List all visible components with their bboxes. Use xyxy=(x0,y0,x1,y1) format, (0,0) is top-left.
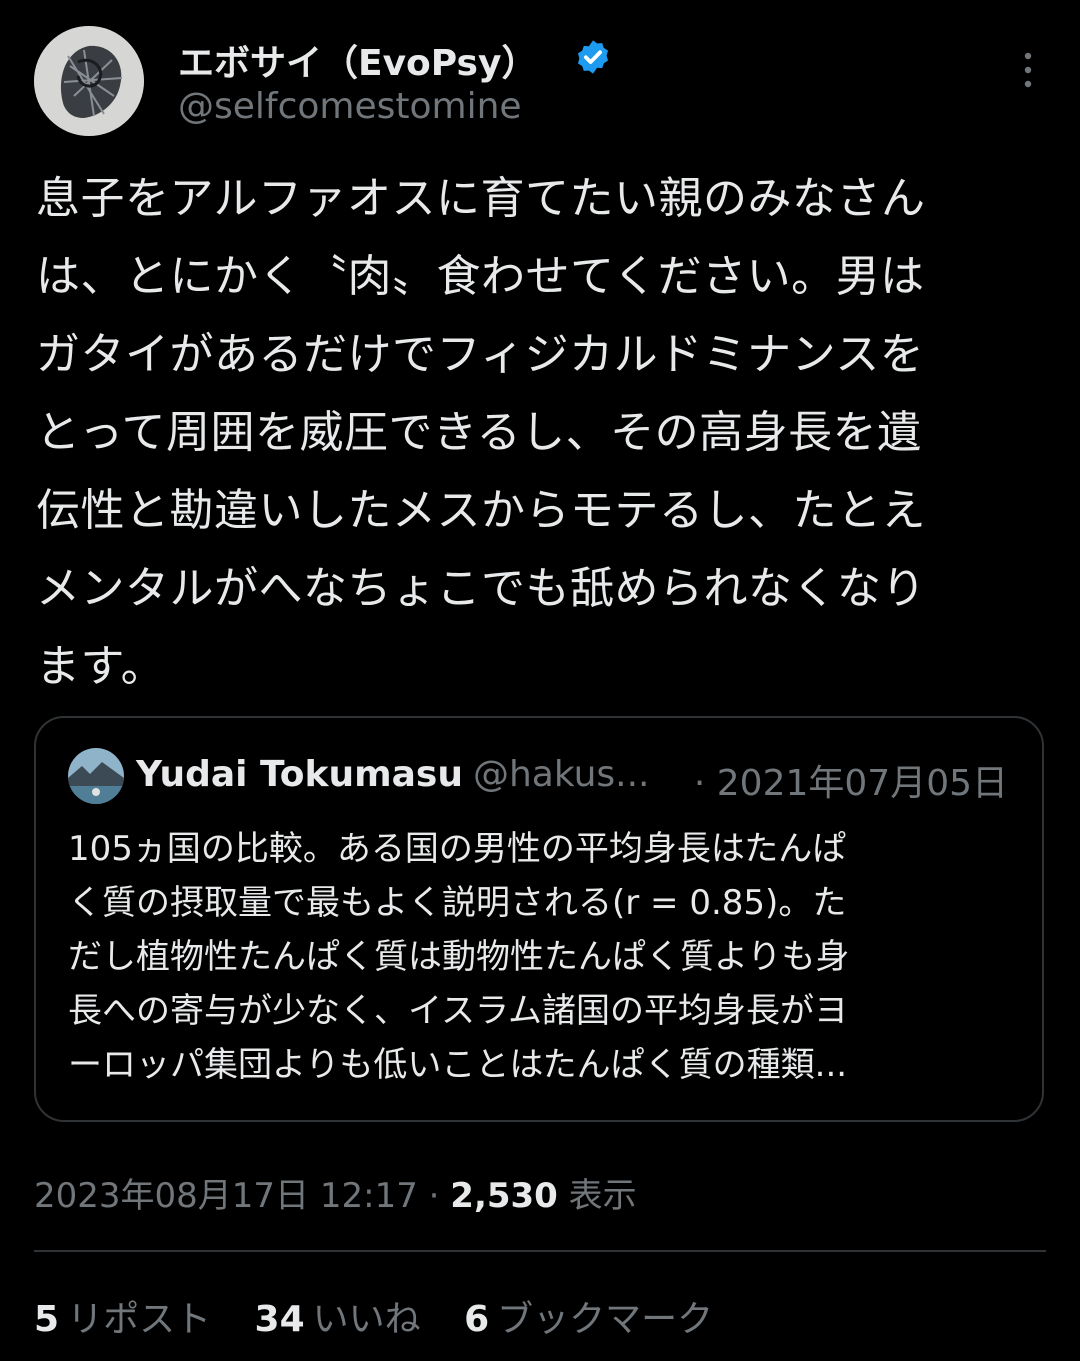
author-handle[interactable]: @selfcomestomine xyxy=(178,86,522,127)
verified-badge-icon xyxy=(577,40,609,74)
likes-stat[interactable]: 34 いいね xyxy=(255,1290,421,1342)
tweet-body-text: 息子をアルファオスに育てたい親のみなさん は、とにかく〝肉〟食わせてください。男… xyxy=(36,173,926,692)
likes-label: いいね xyxy=(312,1299,421,1340)
reposts-label: リポスト xyxy=(67,1299,212,1340)
quoted-author-name[interactable]: Yudai Tokumasu xyxy=(136,754,463,795)
tweet-timestamp[interactable]: 2023年08月17日 12:17 · xyxy=(34,1176,439,1216)
bookmarks-count: 6 xyxy=(464,1299,490,1340)
tweet-meta: 2023年08月17日 12:17 · 2,530 表示 xyxy=(34,1168,637,1217)
author-avatar[interactable] xyxy=(34,26,144,136)
quoted-tweet-date: · 2021年07月05日 xyxy=(693,763,1008,804)
engagement-stats: 5 リポスト 34 いいね 6 ブックマーク xyxy=(34,1290,745,1342)
author-display-name[interactable]: エボサイ（EvoPsy） xyxy=(178,34,537,86)
quoted-tweet-text: 105ヵ国の比較。ある国の男性の平均身長はたんぱ く質の摂取量で最もよく説明され… xyxy=(68,829,850,1085)
quoted-tweet-header: Yudai Tokumasu @hakus... · 2021年07月05日 xyxy=(136,754,1008,804)
quoted-tweet-card[interactable]: Yudai Tokumasu @hakus... · 2021年07月05日 10… xyxy=(34,716,1044,1122)
quoted-author-handle[interactable]: @hakus... xyxy=(473,754,650,795)
tweet-header: エボサイ（EvoPsy） @selfcomestomine xyxy=(34,26,1046,138)
bookmarks-stat[interactable]: 6 ブックマーク xyxy=(464,1290,713,1342)
reposts-stat[interactable]: 5 リポスト xyxy=(34,1290,211,1342)
reposts-count: 5 xyxy=(34,1299,60,1340)
divider xyxy=(34,1250,1046,1252)
likes-count: 34 xyxy=(254,1299,305,1340)
bookmarks-label: ブックマーク xyxy=(497,1299,714,1340)
quoted-author-avatar[interactable] xyxy=(68,748,124,804)
views-label: 表示 xyxy=(568,1176,637,1216)
views-count: 2,530 xyxy=(450,1176,558,1216)
more-options-icon[interactable] xyxy=(1018,50,1038,90)
